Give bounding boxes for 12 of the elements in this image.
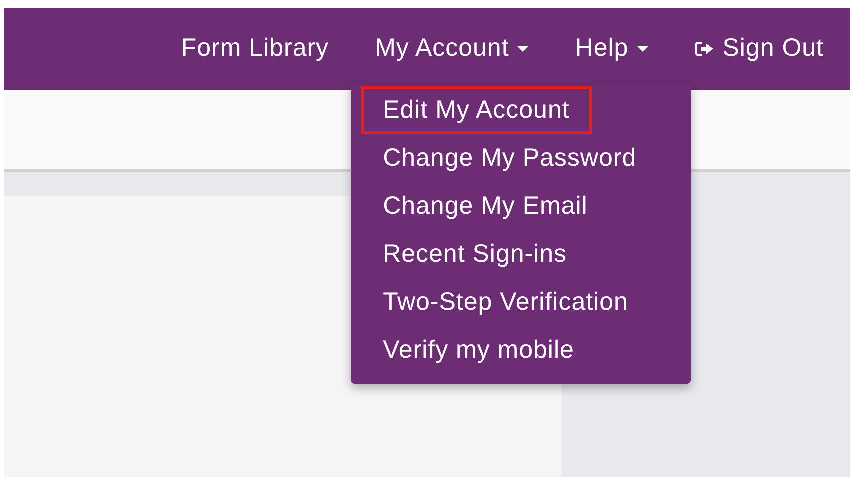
menu-item[interactable]: Two-Step Verification — [361, 278, 650, 326]
menu-item[interactable]: Change My Password — [361, 134, 659, 182]
menu-item[interactable]: Recent Sign-ins — [361, 230, 590, 278]
caret-icon — [636, 46, 649, 52]
sign-out-link[interactable]: Sign Out — [694, 30, 824, 68]
menu-item[interactable]: Change My Email — [361, 182, 610, 230]
nav-dropdown[interactable]: Help — [575, 30, 649, 68]
nav-link[interactable]: Form Library — [181, 30, 330, 68]
caret-icon — [517, 46, 530, 52]
menu-item[interactable]: Verify my mobile — [361, 326, 596, 374]
sign-out-icon — [694, 41, 715, 57]
menu-item[interactable]: Edit My Account — [361, 86, 592, 134]
